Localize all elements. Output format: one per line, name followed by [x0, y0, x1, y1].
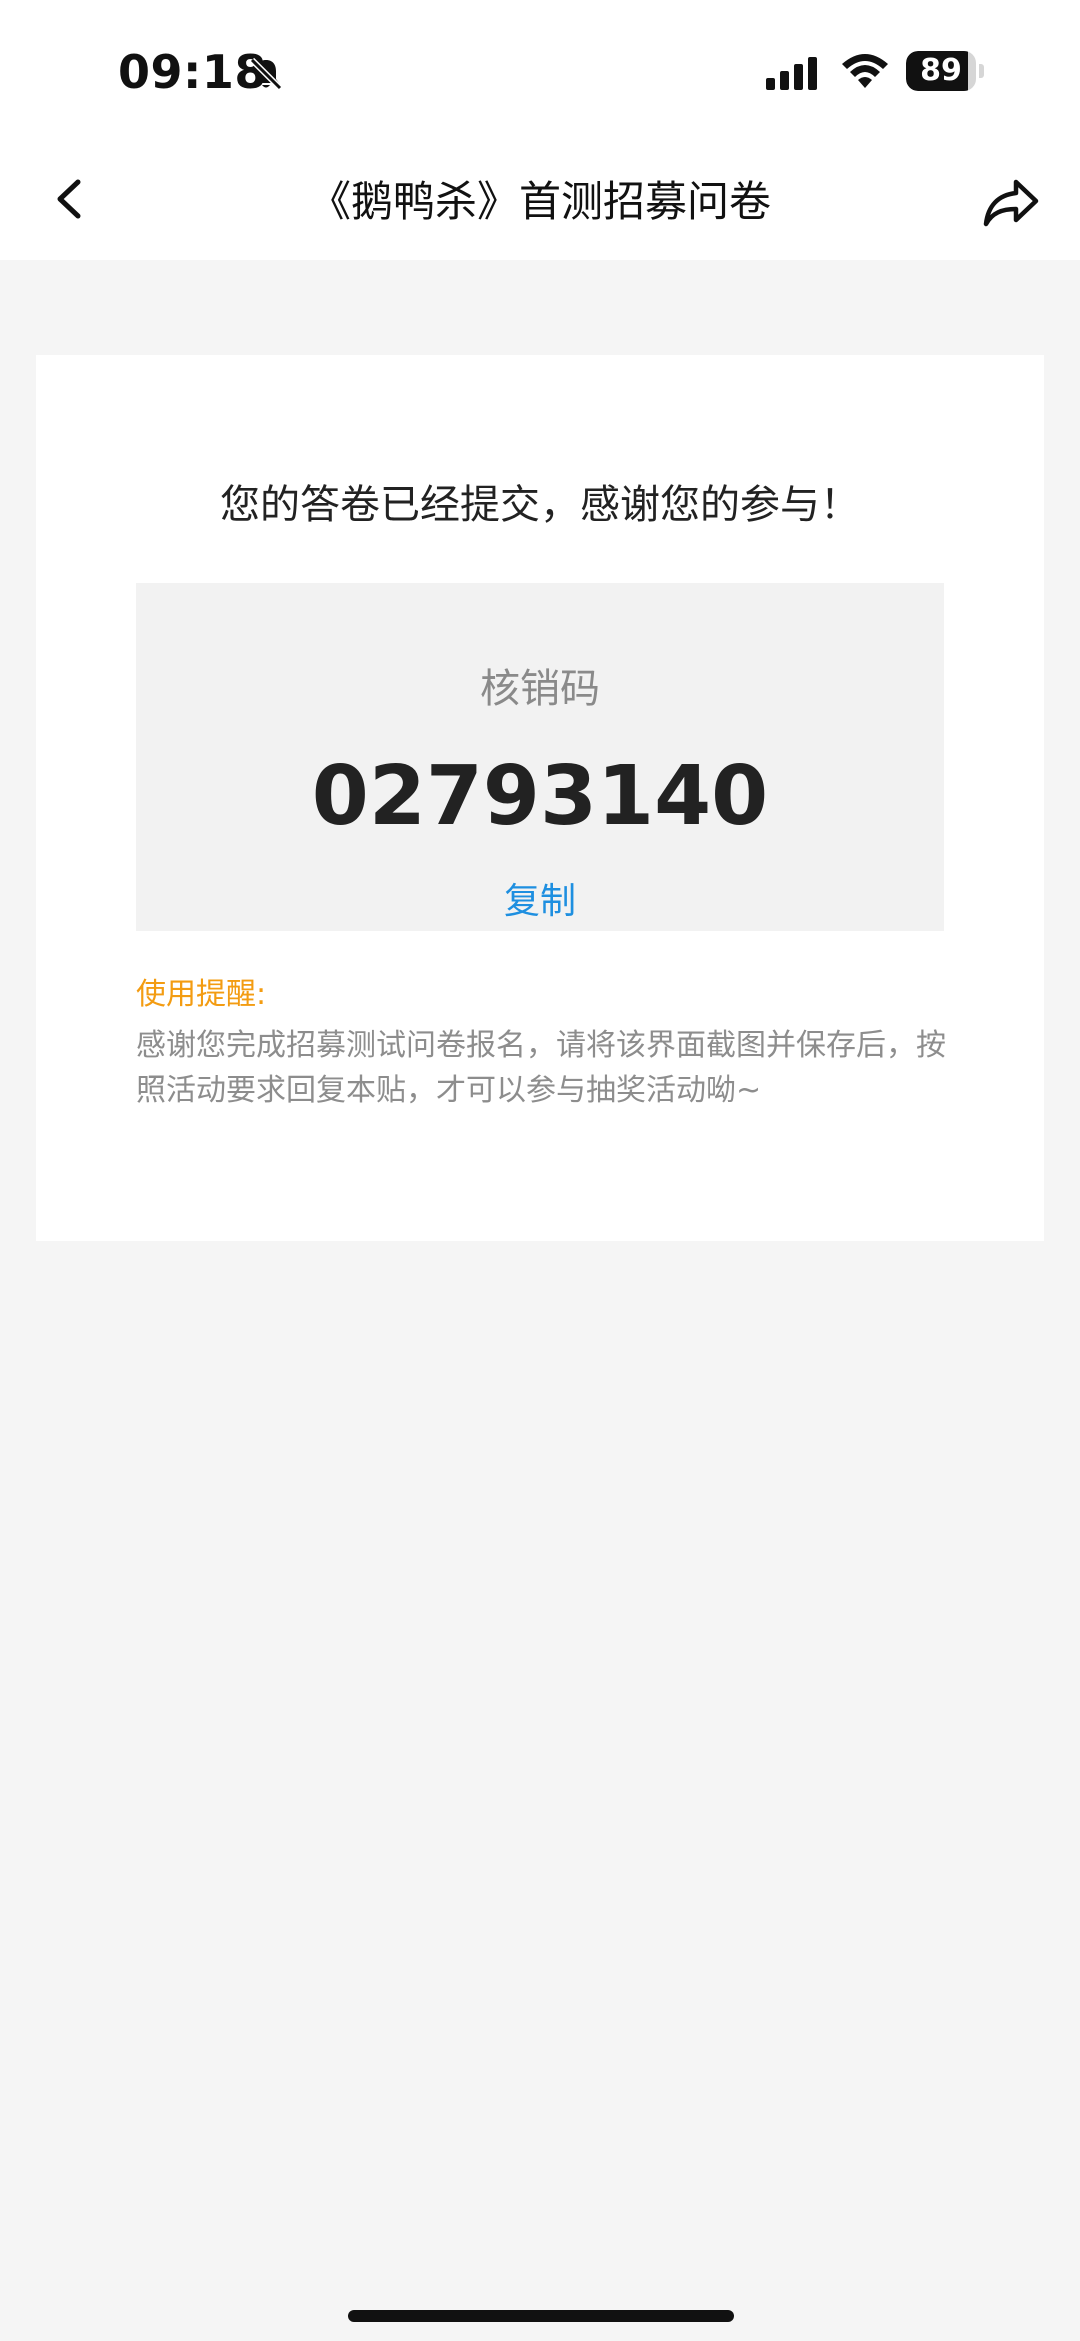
battery-body: 89 [906, 51, 976, 91]
nav-bar: 《鹅鸭杀》首测招募问卷 [0, 150, 1080, 260]
battery-indicator: 89 [906, 51, 984, 91]
battery-tip [979, 64, 984, 78]
submission-message: 您的答卷已经提交，感谢您的参与！ [220, 482, 860, 528]
status-bar: 09:18 89 [0, 0, 1080, 150]
chevron-left-icon[interactable] [40, 164, 100, 234]
redemption-code-box: 核销码 02793140 复制 [136, 583, 944, 931]
bell-slash-icon [249, 57, 283, 91]
share-forward-icon[interactable] [980, 170, 1042, 232]
page-title: 《鹅鸭杀》首测招募问卷 [308, 177, 771, 226]
battery-level: 89 [920, 53, 962, 88]
copy-button[interactable]: 复制 [440, 877, 640, 927]
home-indicator[interactable] [348, 2310, 734, 2322]
result-card: 您的答卷已经提交，感谢您的参与！ 核销码 02793140 复制 使用提醒: 感… [36, 355, 1044, 1241]
status-time: 09:18 [118, 45, 267, 99]
code-value: 02793140 [311, 749, 769, 844]
tip-text: 感谢您完成招募测试问卷报名，请将该界面截图并保存后，按照活动要求回复本贴，才可以… [136, 1028, 946, 1108]
code-label: 核销码 [480, 666, 600, 712]
wifi-icon [842, 54, 888, 88]
cellular-signal-icon [766, 57, 817, 90]
tip-label: 使用提醒: [136, 977, 267, 1012]
